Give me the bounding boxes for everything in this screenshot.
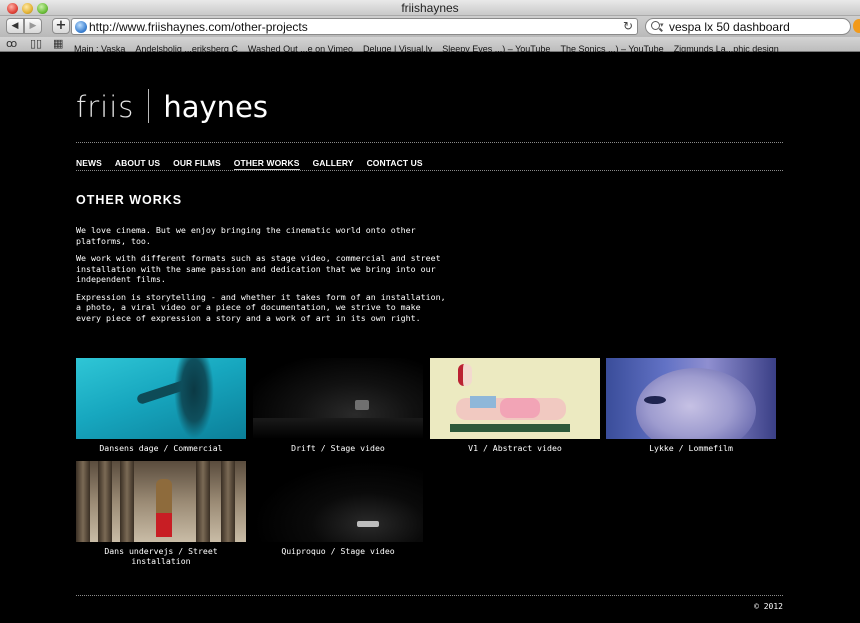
nav-item-contact-us[interactable]: CONTACT US [367,158,423,169]
work-caption[interactable]: V1 / Abstract video [430,443,600,453]
extension-icon[interactable] [853,19,860,33]
nav-top-rule [76,142,783,143]
work-caption[interactable]: Dans undervejs / Street installation [76,546,246,566]
back-arrow-icon: ◀ [11,21,19,31]
reload-icon[interactable]: ↻ [623,19,633,33]
logo-friis: friis [76,90,135,124]
globe-icon [75,21,87,33]
window-title: friishaynes [401,1,459,15]
site-logo[interactable]: friis haynes [76,89,268,129]
url-text: http://www.friishaynes.com/other-project… [89,20,308,34]
footer-rule [76,595,783,596]
intro-paragraph: We love cinema. But we enjoy bringing th… [76,225,416,246]
web-page: friis haynes NEWS ABOUT US OUR FILMS OTHER W… [0,53,860,623]
logo-divider [148,89,150,123]
nav-bottom-rule [76,170,783,171]
nav-item-other-works[interactable]: OTHER WORKS [233,158,300,170]
nav-item-about-us[interactable]: ABOUT US [115,158,160,169]
chevron-down-icon: ▾ [660,21,664,29]
page-title: OTHER WORKS [76,193,183,207]
intro-paragraph: Expression is storytelling - and whether… [76,291,446,323]
book-icon[interactable]: ▯▯ [30,38,42,50]
work-caption[interactable]: Lykke / Lommefilm [606,443,776,453]
copyright-text: © 2012 [754,602,783,611]
intro-text: We love cinema. But we enjoy bringing th… [76,225,446,330]
work-thumbnail-dans-undervejs[interactable] [76,461,246,542]
grid-icon[interactable]: ▦ [53,38,63,50]
back-button[interactable]: ◀ [6,18,24,34]
window-titlebar: friishaynes [0,0,860,16]
work-thumbnail-dansens-dage[interactable] [76,358,246,439]
add-bookmark-button[interactable]: + [52,18,70,34]
work-caption[interactable]: Dansens dage / Commercial [76,443,246,453]
forward-button[interactable]: ▶ [24,18,42,34]
browser-toolbar: ◀ ▶ + http://www.friishaynes.com/other-p… [0,16,860,37]
work-caption[interactable]: Drift / Stage video [253,443,423,453]
main-nav: NEWS ABOUT US OUR FILMS OTHER WORKS GALLERY C… [76,151,436,170]
nav-item-news[interactable]: NEWS [76,158,102,169]
address-bar[interactable]: http://www.friishaynes.com/other-project… [71,18,638,35]
search-icon [651,21,660,30]
search-field[interactable]: ▾ vespa lx 50 dashboard [645,18,851,35]
logo-haynes: haynes [163,90,269,124]
bookmarks-bar: ꝏ ▯▯ ▦ Main : Vaska Andelsbolig ...eriksb… [0,37,860,54]
nav-item-gallery[interactable]: GALLERY [313,158,354,169]
intro-paragraph: We work with different formats such as s… [76,253,441,284]
work-thumbnail-lykke[interactable] [606,358,776,439]
plus-icon: + [55,18,67,33]
reading-glasses-icon[interactable]: ꝏ [6,38,17,50]
work-caption[interactable]: Quiproquo / Stage video [253,546,423,556]
work-thumbnail-drift[interactable] [253,358,423,439]
forward-arrow-icon: ▶ [29,21,37,31]
work-thumbnail-quiproquo[interactable] [253,461,423,542]
search-query: vespa lx 50 dashboard [669,20,790,34]
nav-item-our-films[interactable]: OUR FILMS [173,158,221,169]
work-thumbnail-v1[interactable] [430,358,600,439]
